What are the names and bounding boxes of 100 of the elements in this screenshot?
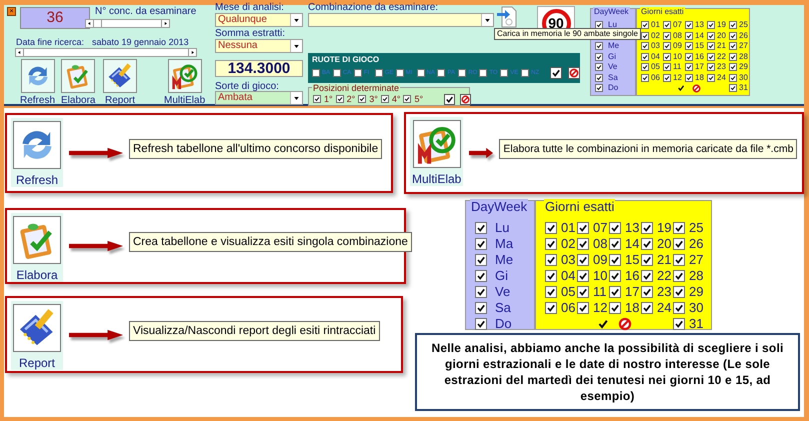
checkbox[interactable] <box>609 238 621 250</box>
checkbox[interactable] <box>641 222 653 234</box>
checkbox[interactable] <box>545 222 557 234</box>
checkbox[interactable] <box>729 21 737 30</box>
toolbar-button[interactable]: MultiElab <box>410 117 464 186</box>
checkbox[interactable] <box>545 270 557 282</box>
checkbox[interactable] <box>663 21 671 30</box>
cancel-button[interactable] <box>568 66 580 78</box>
checkbox[interactable] <box>641 270 653 282</box>
checkbox[interactable] <box>577 286 589 298</box>
checkbox[interactable] <box>416 68 425 76</box>
checkbox[interactable] <box>595 52 603 61</box>
checkbox[interactable] <box>475 318 487 330</box>
toolbar-button[interactable]: Refresh <box>11 118 63 187</box>
toolbar-button[interactable]: Report <box>11 301 63 370</box>
checkbox[interactable] <box>707 32 715 40</box>
checkbox[interactable] <box>354 68 362 76</box>
right-arrow-icon[interactable] <box>191 51 194 54</box>
checkbox[interactable] <box>380 95 389 103</box>
checkbox[interactable] <box>609 222 621 234</box>
checkbox[interactable] <box>358 95 366 103</box>
checkbox[interactable] <box>475 302 487 314</box>
checkbox[interactable] <box>595 42 603 50</box>
checkbox[interactable] <box>685 52 693 61</box>
checkbox[interactable] <box>685 42 693 50</box>
checkbox[interactable] <box>673 238 685 250</box>
checkbox[interactable] <box>577 254 589 266</box>
checkbox[interactable] <box>641 32 649 40</box>
checkbox[interactable] <box>396 68 404 76</box>
checkbox[interactable] <box>545 286 557 298</box>
right-arrow-icon[interactable] <box>164 22 167 25</box>
checkbox[interactable] <box>475 238 487 250</box>
checkbox[interactable] <box>685 74 693 82</box>
checkbox[interactable] <box>673 222 685 234</box>
checkbox[interactable] <box>313 95 321 103</box>
cancel-button[interactable] <box>460 94 472 104</box>
sum-dropdown[interactable]: Nessuna <box>215 39 303 53</box>
checkbox[interactable] <box>707 63 715 72</box>
checkbox[interactable] <box>673 302 685 314</box>
checkbox[interactable] <box>545 238 557 250</box>
checkbox[interactable] <box>332 68 341 76</box>
checkbox[interactable] <box>479 68 488 76</box>
checkbox[interactable] <box>577 302 589 314</box>
checkbox[interactable] <box>475 270 487 282</box>
checkbox[interactable] <box>729 52 737 61</box>
checkbox[interactable] <box>475 286 487 298</box>
checkbox[interactable] <box>641 63 649 72</box>
checkbox[interactable] <box>475 254 487 266</box>
checkbox[interactable] <box>336 95 344 103</box>
checkbox[interactable] <box>641 254 653 266</box>
checkbox[interactable] <box>673 318 685 330</box>
checkbox[interactable] <box>707 74 715 82</box>
checkbox[interactable] <box>595 63 603 72</box>
scrollbar[interactable] <box>85 19 170 28</box>
checkbox[interactable] <box>729 74 737 82</box>
checkbox[interactable] <box>545 254 557 266</box>
load-button[interactable] <box>496 5 518 29</box>
checkbox[interactable] <box>577 222 589 234</box>
checkbox[interactable] <box>685 32 693 40</box>
left-arrow-icon[interactable] <box>88 22 91 25</box>
checkbox[interactable] <box>609 270 621 282</box>
checkbox[interactable] <box>663 42 671 50</box>
month-dropdown[interactable]: Qualunque <box>215 13 303 27</box>
checkbox[interactable] <box>707 52 715 61</box>
checkbox[interactable] <box>475 222 487 234</box>
checkbox[interactable] <box>609 254 621 266</box>
caret-icon[interactable] <box>294 96 299 100</box>
cancel-button[interactable] <box>692 84 700 93</box>
checkbox[interactable] <box>663 32 671 40</box>
checkbox[interactable] <box>729 32 737 40</box>
checkbox[interactable] <box>729 42 737 50</box>
checkbox[interactable] <box>707 42 715 50</box>
checkbox[interactable] <box>663 63 671 72</box>
checkbox[interactable] <box>641 74 649 82</box>
checkbox[interactable] <box>641 238 653 250</box>
checkbox[interactable] <box>673 286 685 298</box>
checkbox[interactable] <box>577 238 589 250</box>
scrollbar[interactable] <box>15 48 197 57</box>
caret-icon[interactable] <box>294 18 299 22</box>
checkbox[interactable] <box>673 270 685 282</box>
checkbox[interactable] <box>685 21 693 30</box>
checkbox[interactable] <box>707 21 715 30</box>
checkbox[interactable] <box>521 68 530 76</box>
checkbox[interactable] <box>595 84 603 92</box>
checkbox[interactable] <box>729 63 737 72</box>
checkbox[interactable] <box>545 302 557 314</box>
caret-icon[interactable] <box>294 44 299 48</box>
checkbox[interactable] <box>685 63 693 72</box>
checkbox[interactable] <box>374 68 383 76</box>
checkbox[interactable] <box>663 74 671 82</box>
left-arrow-icon[interactable] <box>18 51 21 54</box>
checkbox[interactable] <box>595 74 603 82</box>
checkbox[interactable] <box>312 68 320 76</box>
checkbox[interactable] <box>500 68 508 76</box>
checkbox[interactable] <box>437 68 446 76</box>
checkbox[interactable] <box>609 286 621 298</box>
checkbox[interactable] <box>403 95 412 103</box>
checkbox[interactable] <box>641 42 649 50</box>
checkbox[interactable] <box>609 302 621 314</box>
checkbox[interactable] <box>641 21 649 30</box>
